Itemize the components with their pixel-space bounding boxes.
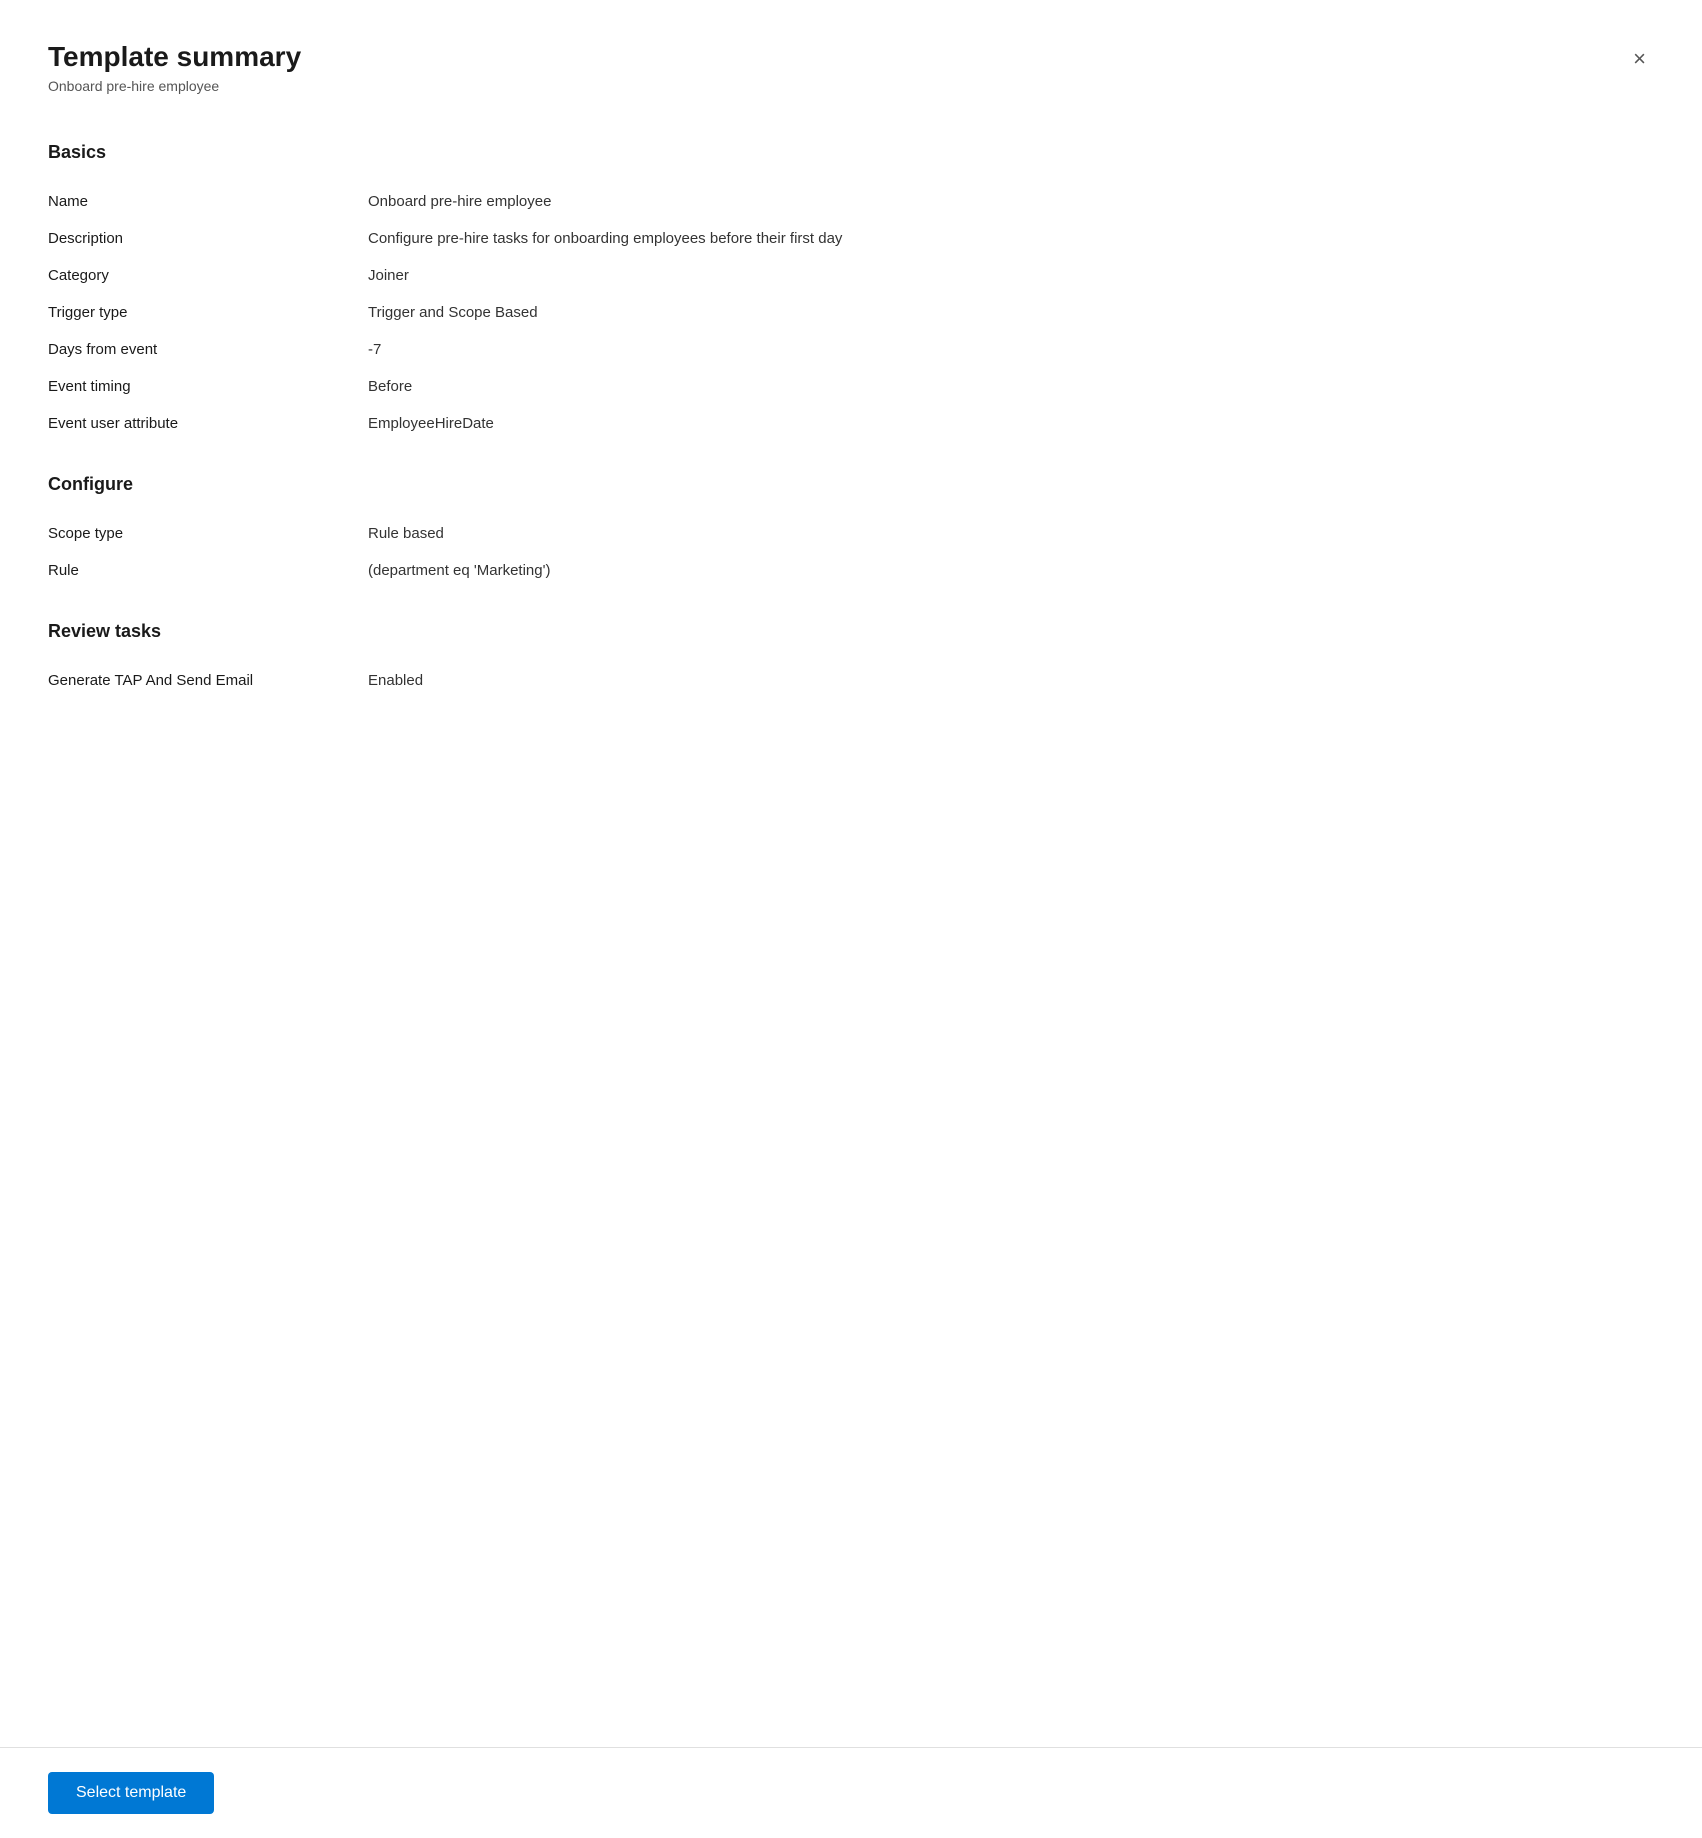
field-label-scope-type: Scope type	[48, 525, 368, 542]
field-label-description: Description	[48, 230, 368, 247]
field-value-generate-tap: Enabled	[368, 672, 1654, 689]
panel-title: Template summary	[48, 40, 301, 74]
field-row-rule: Rule (department eq 'Marketing')	[48, 552, 1654, 589]
field-label-trigger-type: Trigger type	[48, 304, 368, 321]
field-label-event-timing: Event timing	[48, 378, 368, 395]
configure-heading: Configure	[48, 474, 1654, 495]
basics-heading: Basics	[48, 142, 1654, 163]
field-value-days-from-event: -7	[368, 341, 1654, 358]
field-row-trigger-type: Trigger type Trigger and Scope Based	[48, 294, 1654, 331]
field-value-trigger-type: Trigger and Scope Based	[368, 304, 1654, 321]
review-tasks-section: Review tasks Generate TAP And Send Email…	[48, 621, 1654, 699]
field-value-event-timing: Before	[368, 378, 1654, 395]
field-value-event-user-attribute: EmployeeHireDate	[368, 415, 1654, 432]
field-label-rule: Rule	[48, 562, 368, 579]
field-row-description: Description Configure pre-hire tasks for…	[48, 220, 1654, 257]
configure-section: Configure Scope type Rule based Rule (de…	[48, 474, 1654, 589]
basics-section: Basics Name Onboard pre-hire employee De…	[48, 142, 1654, 442]
panel-footer: Select template	[0, 1747, 1702, 1838]
panel-subtitle: Onboard pre-hire employee	[48, 78, 301, 94]
field-row-days-from-event: Days from event -7	[48, 331, 1654, 368]
field-row-event-user-attribute: Event user attribute EmployeeHireDate	[48, 405, 1654, 442]
field-label-category: Category	[48, 267, 368, 284]
template-summary-panel: Template summary Onboard pre-hire employ…	[0, 0, 1702, 1838]
select-template-button[interactable]: Select template	[48, 1772, 214, 1814]
field-label-days-from-event: Days from event	[48, 341, 368, 358]
field-label-name: Name	[48, 193, 368, 210]
field-value-category: Joiner	[368, 267, 1654, 284]
field-value-description: Configure pre-hire tasks for onboarding …	[368, 230, 1654, 247]
review-tasks-heading: Review tasks	[48, 621, 1654, 642]
field-row-scope-type: Scope type Rule based	[48, 515, 1654, 552]
field-label-generate-tap: Generate TAP And Send Email	[48, 672, 368, 689]
panel-header: Template summary Onboard pre-hire employ…	[48, 40, 1654, 94]
close-button[interactable]: ×	[1625, 44, 1654, 74]
panel-title-block: Template summary Onboard pre-hire employ…	[48, 40, 301, 94]
field-row-category: Category Joiner	[48, 257, 1654, 294]
field-row-name: Name Onboard pre-hire employee	[48, 183, 1654, 220]
field-row-generate-tap: Generate TAP And Send Email Enabled	[48, 662, 1654, 699]
field-value-name: Onboard pre-hire employee	[368, 193, 1654, 210]
field-value-rule: (department eq 'Marketing')	[368, 562, 1654, 579]
field-value-scope-type: Rule based	[368, 525, 1654, 542]
field-row-event-timing: Event timing Before	[48, 368, 1654, 405]
field-label-event-user-attribute: Event user attribute	[48, 415, 368, 432]
